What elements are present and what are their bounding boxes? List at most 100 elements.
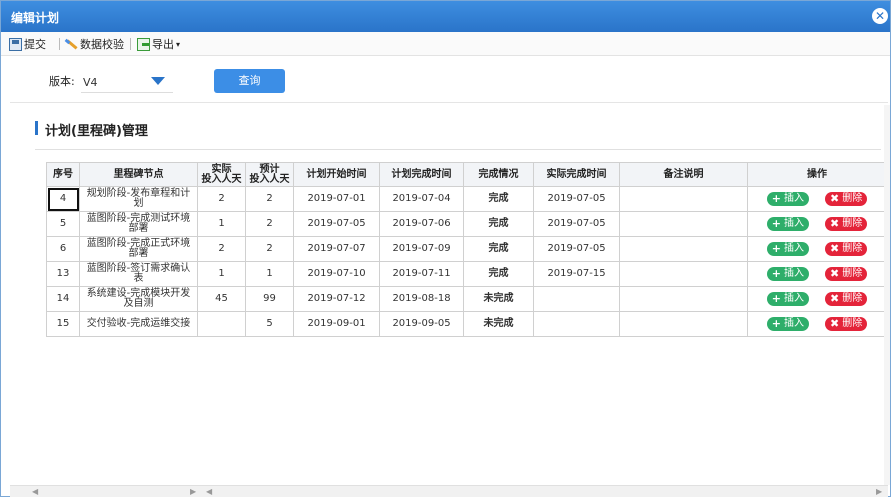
- cell-actual-end[interactable]: 2019-07-05: [533, 236, 620, 262]
- cell-remark[interactable]: [619, 211, 748, 237]
- header-seq: 序号: [46, 162, 80, 187]
- insert-button[interactable]: + 插入: [766, 267, 809, 281]
- close-icon: ✖: [830, 242, 840, 255]
- cell-actual-end[interactable]: [533, 286, 620, 312]
- cell-seq[interactable]: 14: [46, 286, 80, 312]
- cell-planned-input[interactable]: 1: [245, 261, 294, 287]
- close-icon: ✖: [830, 292, 840, 305]
- scroll-left-icon[interactable]: ◀: [206, 486, 212, 498]
- cell-plan-start[interactable]: 2019-07-12: [293, 286, 380, 312]
- vertical-scrollbar[interactable]: [884, 105, 890, 485]
- header-plan-start: 计划开始时间: [293, 162, 380, 187]
- chevron-down-icon: [151, 77, 165, 85]
- delete-button[interactable]: ✖ 删除: [825, 317, 868, 331]
- cell-node[interactable]: 交付验收-完成运维交接: [79, 311, 198, 337]
- cell-plan-start[interactable]: 2019-07-10: [293, 261, 380, 287]
- scroll-right-icon[interactable]: ▶: [190, 486, 196, 498]
- insert-button[interactable]: + 插入: [766, 192, 809, 206]
- cell-plan-start[interactable]: 2019-07-07: [293, 236, 380, 262]
- cell-actual-end[interactable]: 2019-07-05: [533, 211, 620, 237]
- cell-ops: + 插入 ✖ 删除: [747, 236, 887, 262]
- delete-button[interactable]: ✖ 删除: [825, 217, 868, 231]
- cell-plan-end[interactable]: 2019-08-18: [379, 286, 464, 312]
- cell-actual-input[interactable]: 1: [197, 211, 246, 237]
- cell-actual-end[interactable]: [533, 311, 620, 337]
- cell-node[interactable]: 蓝图阶段-签订需求确认表: [79, 261, 198, 287]
- header-actual-line2: 投入人天: [201, 173, 242, 185]
- plus-icon: +: [771, 267, 781, 280]
- insert-button[interactable]: + 插入: [766, 292, 809, 306]
- cell-actual-input[interactable]: 45: [197, 286, 246, 312]
- header-planned-input: 预计 投入人天: [245, 162, 294, 187]
- cell-remark[interactable]: [619, 261, 748, 287]
- cell-actual-input[interactable]: 2: [197, 236, 246, 262]
- delete-button[interactable]: ✖ 删除: [825, 192, 868, 206]
- close-icon[interactable]: ✕: [872, 8, 888, 24]
- cell-remark[interactable]: [619, 311, 748, 337]
- export-icon: [137, 37, 150, 51]
- cell-node[interactable]: 系统建设-完成模块开发及自测: [79, 286, 198, 312]
- cell-actual-end[interactable]: 2019-07-15: [533, 261, 620, 287]
- cell-actual-input[interactable]: 2: [197, 186, 246, 212]
- edit-plan-window: 编辑计划 ✕ 提交 数据校验 导出 ▾ 版本: V4 查询 计划(里程碑)管理: [0, 0, 891, 497]
- window-title: 编辑计划: [11, 11, 60, 25]
- delete-label: 删除: [842, 318, 863, 329]
- cell-seq[interactable]: 4: [46, 186, 80, 212]
- header-plan-end: 计划完成时间: [379, 162, 464, 187]
- scroll-left-icon[interactable]: ◀: [32, 486, 38, 498]
- plus-icon: +: [771, 292, 781, 305]
- cell-remark[interactable]: [619, 286, 748, 312]
- insert-button[interactable]: + 插入: [766, 242, 809, 256]
- cell-node[interactable]: 规划阶段-发布章程和计划: [79, 186, 198, 212]
- horizontal-scrollbar[interactable]: ◀ ▶ ◀ ▶: [10, 485, 888, 497]
- delete-button[interactable]: ✖ 删除: [825, 267, 868, 281]
- cell-plan-end[interactable]: 2019-07-09: [379, 236, 464, 262]
- cell-actual-end[interactable]: 2019-07-05: [533, 186, 620, 212]
- delete-button[interactable]: ✖ 删除: [825, 242, 868, 256]
- cell-plan-end[interactable]: 2019-07-06: [379, 211, 464, 237]
- export-button[interactable]: 导出 ▾: [137, 36, 180, 52]
- insert-button[interactable]: + 插入: [766, 217, 809, 231]
- cell-node[interactable]: 蓝图阶段-完成正式环境部署: [79, 236, 198, 262]
- cell-ops: + 插入 ✖ 删除: [747, 261, 887, 287]
- cell-plan-start[interactable]: 2019-07-05: [293, 211, 380, 237]
- query-button[interactable]: 查询: [214, 69, 285, 93]
- header-planned-line2: 投入人天: [249, 173, 290, 185]
- cell-seq[interactable]: 5: [46, 211, 80, 237]
- cell-plan-end[interactable]: 2019-07-04: [379, 186, 464, 212]
- section-title: 计划(里程碑)管理: [37, 120, 148, 139]
- cell-planned-input[interactable]: 99: [245, 286, 294, 312]
- delete-button[interactable]: ✖ 删除: [825, 292, 868, 306]
- close-icon: ✖: [830, 317, 840, 330]
- table-row: 13 蓝图阶段-签订需求确认表 1 1 2019-07-10 2019-07-11 完成 20…: [46, 261, 887, 287]
- cell-planned-input[interactable]: 2: [245, 186, 294, 212]
- delete-label: 删除: [842, 193, 863, 204]
- submit-button[interactable]: 提交: [9, 36, 46, 52]
- cell-seq[interactable]: 15: [46, 311, 80, 337]
- header-actual-input: 实际 投入人天: [197, 162, 246, 187]
- validate-button[interactable]: 数据校验: [65, 36, 124, 52]
- table-row: 5 蓝图阶段-完成测试环境部署 1 2 2019-07-05 2019-07-06 完成 20…: [46, 211, 887, 237]
- cell-seq[interactable]: 6: [46, 236, 80, 262]
- cell-status: 完成: [463, 236, 534, 262]
- cell-actual-input[interactable]: 1: [197, 261, 246, 287]
- cell-node[interactable]: 蓝图阶段-完成测试环境部署: [79, 211, 198, 237]
- plus-icon: +: [771, 192, 781, 205]
- scroll-right-icon[interactable]: ▶: [876, 486, 882, 498]
- insert-button[interactable]: + 插入: [766, 317, 809, 331]
- cell-plan-start[interactable]: 2019-09-01: [293, 311, 380, 337]
- cell-actual-input[interactable]: [197, 311, 246, 337]
- version-value: V4: [83, 76, 98, 89]
- cell-plan-start[interactable]: 2019-07-01: [293, 186, 380, 212]
- cell-planned-input[interactable]: 2: [245, 211, 294, 237]
- cell-plan-end[interactable]: 2019-09-05: [379, 311, 464, 337]
- version-select[interactable]: V4: [81, 69, 173, 93]
- table-row: 15 交付验收-完成运维交接 5 2019-09-01 2019-09-05 未完成 + 插入…: [46, 311, 887, 337]
- cell-seq[interactable]: 13: [46, 261, 80, 287]
- cell-plan-end[interactable]: 2019-07-11: [379, 261, 464, 287]
- cell-remark[interactable]: [619, 186, 748, 212]
- cell-remark[interactable]: [619, 236, 748, 262]
- cell-planned-input[interactable]: 2: [245, 236, 294, 262]
- save-icon: [9, 37, 22, 51]
- cell-planned-input[interactable]: 5: [245, 311, 294, 337]
